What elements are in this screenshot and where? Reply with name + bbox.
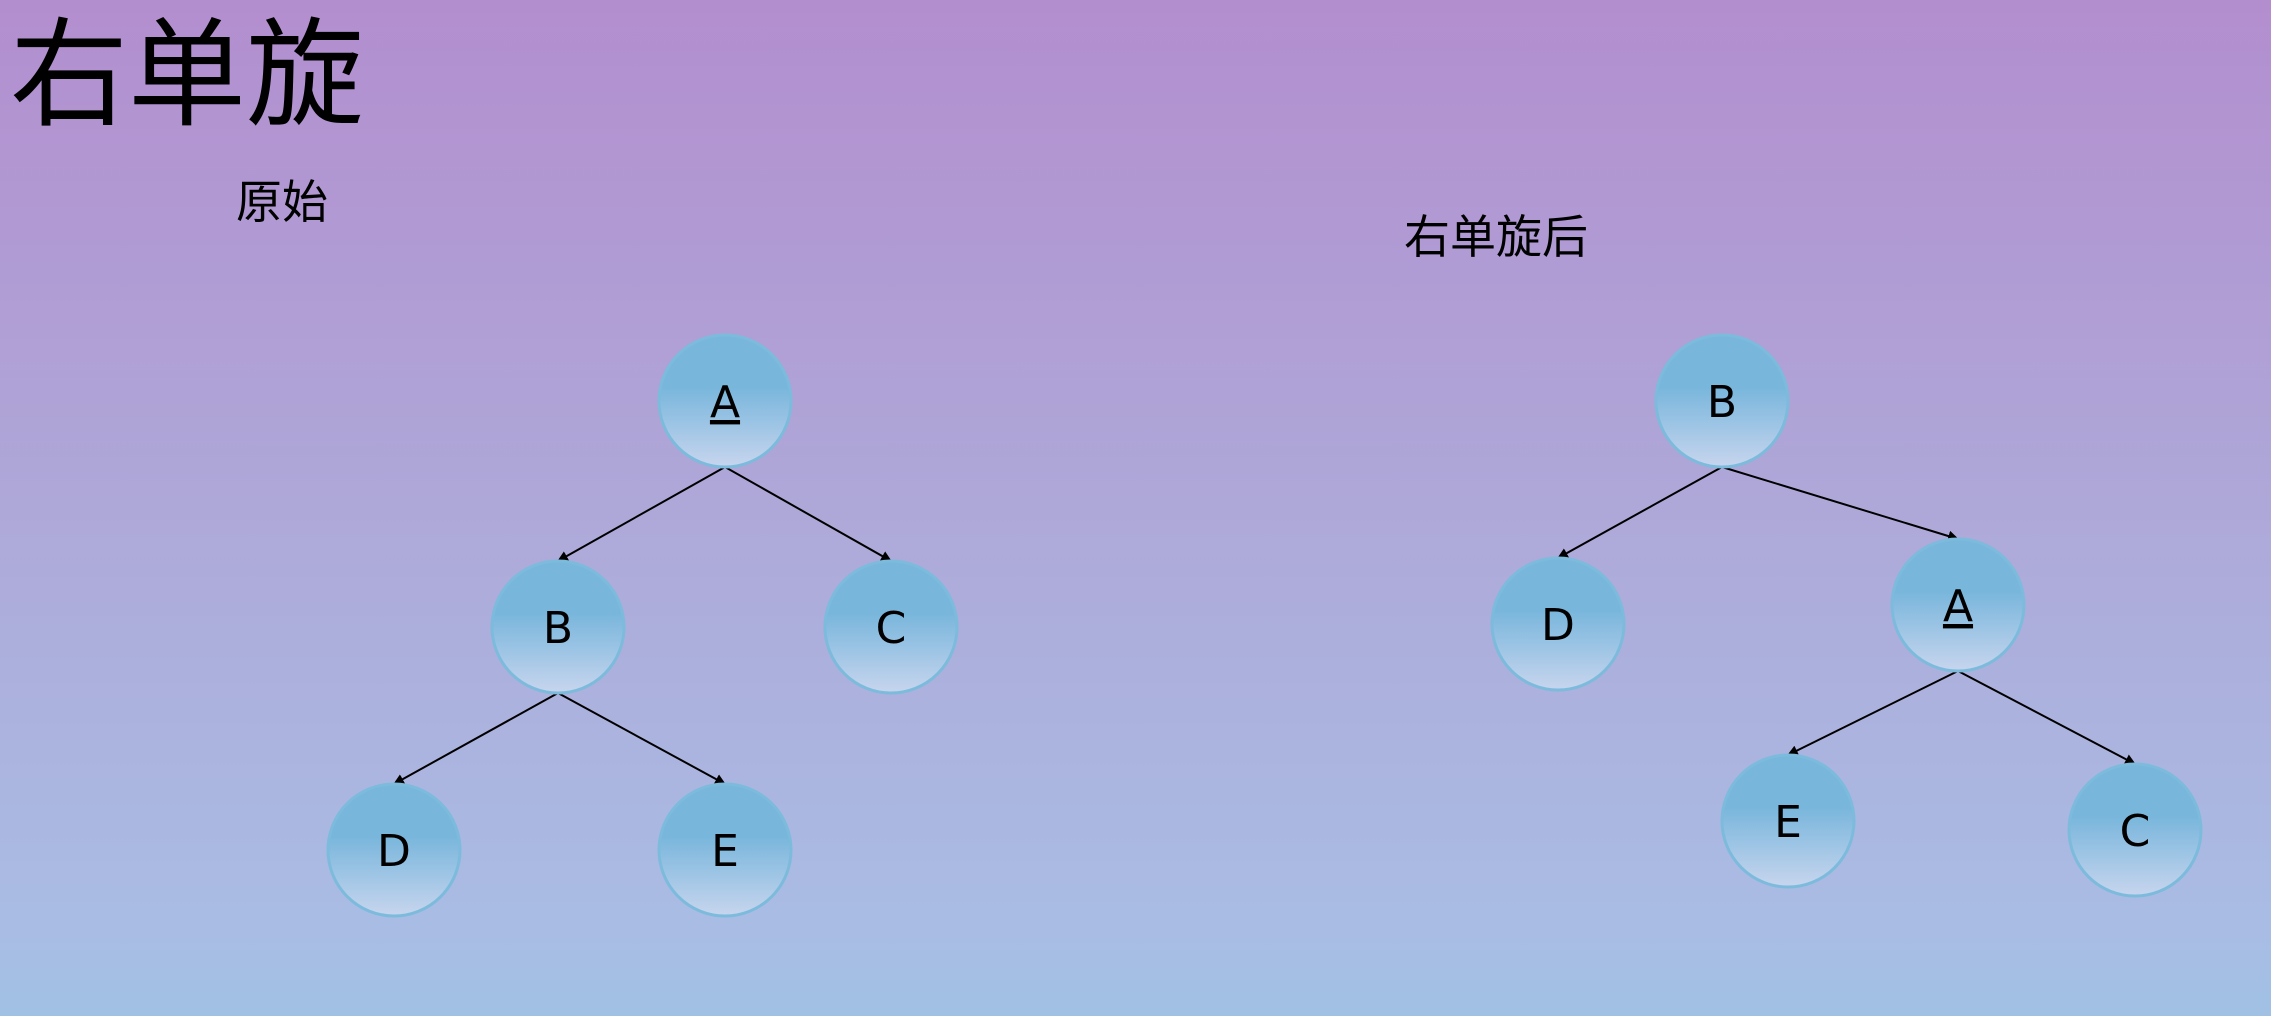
- left-tree-node-E: E: [657, 782, 793, 918]
- node-label: A: [710, 377, 740, 428]
- right-tree-node-A: A: [1890, 537, 2026, 673]
- node-label: D: [377, 826, 411, 877]
- node-label: E: [711, 826, 739, 877]
- left-tree-edge-A-C: [724, 466, 892, 562]
- left-tree-node-C: C: [823, 559, 959, 695]
- left-tree-node-B: B: [490, 559, 626, 695]
- left-tree-edge-A-B: [557, 466, 726, 562]
- right-tree-edge-B-D: [1557, 466, 1723, 559]
- right-tree-node-B: B: [1654, 333, 1790, 469]
- right-tree-node-E: E: [1720, 753, 1856, 889]
- node-label: C: [2120, 806, 2151, 857]
- left-tree-edge-B-D: [393, 692, 559, 785]
- node-label: C: [876, 603, 907, 654]
- node-label: D: [1541, 600, 1575, 651]
- right-tree-node-D: D: [1490, 556, 1626, 692]
- tree-diagram: A B C D E B D A E C: [326, 333, 2203, 918]
- right-tree-node-C: C: [2067, 762, 2203, 898]
- left-tree-node-A: A: [657, 333, 793, 469]
- node-label: A: [1943, 581, 1973, 632]
- node-label: E: [1774, 797, 1802, 848]
- left-tree-edge-B-E: [557, 692, 726, 785]
- node-label: B: [543, 603, 573, 654]
- right-tree-edge-B-A: [1721, 466, 1960, 542]
- right-tree-edge-A-C: [1957, 670, 2136, 765]
- right-tree-edge-A-E: [1787, 670, 1959, 756]
- left-tree-node-D: D: [326, 782, 462, 918]
- node-label: B: [1707, 377, 1737, 428]
